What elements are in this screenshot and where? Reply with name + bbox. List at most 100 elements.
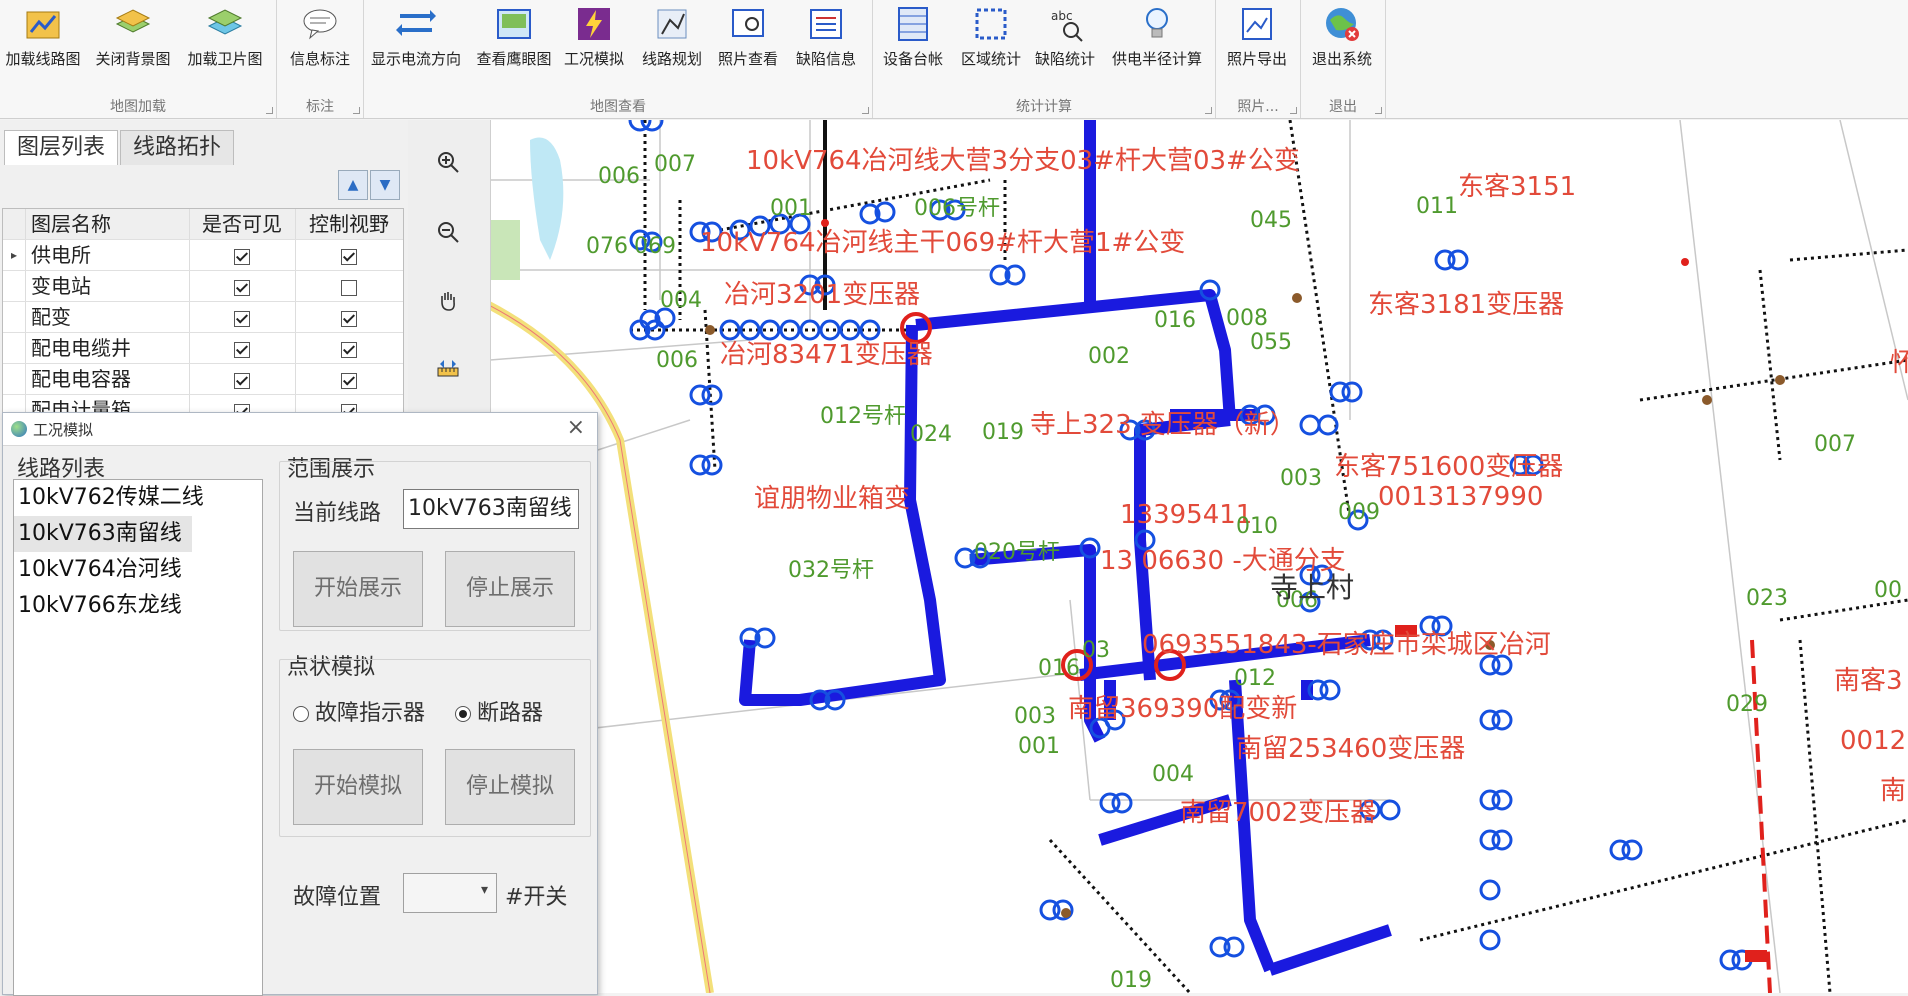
control-view-checkbox[interactable] [341,372,357,389]
chevron-down-icon: ▾ [480,882,488,898]
lightning-icon [578,8,610,40]
globe-exit-icon [1326,8,1359,41]
group-launcher[interactable] [862,107,869,114]
control-view-checkbox[interactable] [341,279,357,296]
map-label: 0013137990 [1378,482,1544,512]
zoom-in-icon[interactable] [436,150,460,174]
pan-hand-icon[interactable] [436,288,460,312]
zoom-out-icon[interactable] [436,220,460,244]
control-view-checkbox[interactable] [341,310,357,327]
map-number: 019 [1110,968,1152,993]
map-layers-icon [115,9,151,33]
move-up-icon[interactable]: ▲ [338,170,368,200]
line-listbox[interactable]: 10kV762传媒二线 10kV763南留线 10kV764冶河线 10kV76… [13,479,263,996]
column-header-layer-name[interactable]: 图层名称 [27,209,190,239]
group-launcher[interactable] [1205,107,1212,114]
map-number: 006 [656,348,698,373]
list-item[interactable]: 10kV762传媒二线 [14,480,262,516]
load-satellite-button[interactable]: 加载卫片图 [184,4,266,69]
close-icon[interactable]: × [567,415,585,440]
map-label: 东客3181变压器 [1368,290,1565,320]
move-down-icon[interactable]: ▼ [370,170,400,200]
defect-statistics-button[interactable]: abc 缺陷统计 [1033,4,1097,69]
visible-checkbox[interactable] [234,372,250,389]
visible-checkbox[interactable] [234,279,250,296]
area-statistics-button[interactable]: 区域统计 [959,4,1023,69]
map-number: 003 [1280,466,1322,491]
photo-view-button[interactable]: 照片查看 [716,4,780,69]
map-number: 020号杆 [974,540,1060,565]
control-view-checkbox[interactable] [341,248,357,265]
tab-layer-list[interactable]: 图层列表 [4,130,119,165]
start-simulation-button[interactable]: 开始模拟 [293,749,423,825]
column-header-visible[interactable]: 是否可见 [189,209,296,239]
defect-info-button[interactable]: 缺陷信息 [794,4,858,69]
group-label-map-view: 地图查看 [590,99,646,115]
list-item[interactable]: 10kV766东龙线 [14,588,262,624]
control-view-checkbox[interactable] [341,341,357,358]
layer-name: 配变 [27,302,190,332]
table-row[interactable]: 变电站 [3,271,403,302]
map-number: 007 [1814,432,1856,457]
group-label-photo: 照片... [1237,99,1279,115]
list-item[interactable]: 10kV764冶河线 [14,552,262,588]
group-launcher[interactable] [353,107,360,114]
table-row[interactable]: 配电电容器 [3,364,403,395]
ribbon-group-annotate: 信息标注 标注 [277,0,364,118]
radio-button-fault-indicator[interactable] [293,706,309,722]
tab-line-topology[interactable]: 线路拓扑 [120,130,235,165]
map-number: 024 [910,422,952,447]
current-row-icon: ▸ [3,240,26,270]
ribbon-toolbar: 加载线路图 关闭背景图 加载卫片图 地图加载 信息标注 标注 显示电流方向 查看… [0,0,1908,119]
close-background-button[interactable]: 关闭背景图 [92,4,174,69]
eagle-eye-view-button[interactable]: 查看鹰眼图 [476,4,552,69]
map-label: 南 [1880,776,1907,806]
load-line-map-button[interactable]: 加载线路图 [4,4,82,69]
photo-export-button[interactable]: 照片导出 [1224,4,1290,69]
layer-panel: 图层列表 线路拓扑 ▲ ▼ 图层名称 是否可见 控制视野 ▸ 供电所 变电站 配变 [0,120,409,427]
table-row[interactable]: 配变 [3,302,403,333]
visible-checkbox[interactable] [234,248,250,265]
ribbon-group-map-view: 显示电流方向 查看鹰眼图 工况模拟 线路规划 照片查看 缺陷信息 地图查看 [364,0,873,118]
dialog-titlebar[interactable]: 工况模拟 × [3,413,597,446]
group-launcher[interactable] [266,107,273,114]
map-number: 006号杆 [914,196,1000,221]
radio-breaker[interactable]: 断路器 [455,695,543,727]
stop-display-button[interactable]: 停止展示 [445,551,575,627]
column-header-control-view[interactable]: 控制视野 [297,209,401,239]
map-number: 004 [660,288,702,313]
map-label: 冶河83471变压器 [720,340,933,370]
spell-check-icon: abc [1051,9,1083,42]
exit-system-button[interactable]: 退出系统 [1309,4,1375,69]
start-display-button[interactable]: 开始展示 [293,551,423,627]
route-planning-button[interactable]: 线路规划 [640,4,704,69]
table-row[interactable]: 配电电缆井 [3,333,403,364]
map-canvas[interactable]: 10kV764冶河线大营3分支03#杆大营03#公变 10kV764冶河线主干0… [490,120,1908,993]
condition-simulation-button[interactable]: 工况模拟 [562,4,626,69]
visible-checkbox[interactable] [234,310,250,327]
stop-simulation-button[interactable]: 停止模拟 [445,749,575,825]
visible-checkbox[interactable] [234,341,250,358]
group-launcher[interactable] [1290,107,1297,114]
map-number: 029 [1726,692,1768,717]
list-item-selected[interactable]: 10kV763南留线 [14,516,192,552]
radio-button-breaker[interactable] [455,706,471,722]
map-number: 076 [586,234,628,259]
equipment-ledger-button[interactable]: 设备台帐 [881,4,945,69]
map-number: 001 [1018,734,1060,759]
layer-name: 配电电缆井 [27,333,190,363]
current-line-field[interactable]: 10kV763南留线 [403,489,579,529]
fault-position-select[interactable]: ▾ [403,873,497,913]
radio-fault-indicator[interactable]: 故障指示器 [293,695,425,727]
layer-grid: 图层名称 是否可见 控制视野 ▸ 供电所 变电站 配变 配电电缆井 配电电容器 … [2,208,404,427]
info-annotate-button[interactable]: 信息标注 [283,4,357,69]
table-row[interactable]: ▸ 供电所 [3,240,403,271]
layer-grid-header: 图层名称 是否可见 控制视野 [3,209,403,240]
map-tool-column [408,120,491,420]
condition-simulation-dialog: 工况模拟 × 线路列表 10kV762传媒二线 10kV763南留线 10kV7… [2,412,598,996]
show-current-direction-button[interactable]: 显示电流方向 [370,4,462,69]
supply-radius-button[interactable]: 供电半径计算 [1109,4,1205,69]
switch-suffix-label: #开关 [505,885,568,910]
group-launcher[interactable] [1375,107,1382,114]
measure-icon[interactable] [436,356,460,380]
